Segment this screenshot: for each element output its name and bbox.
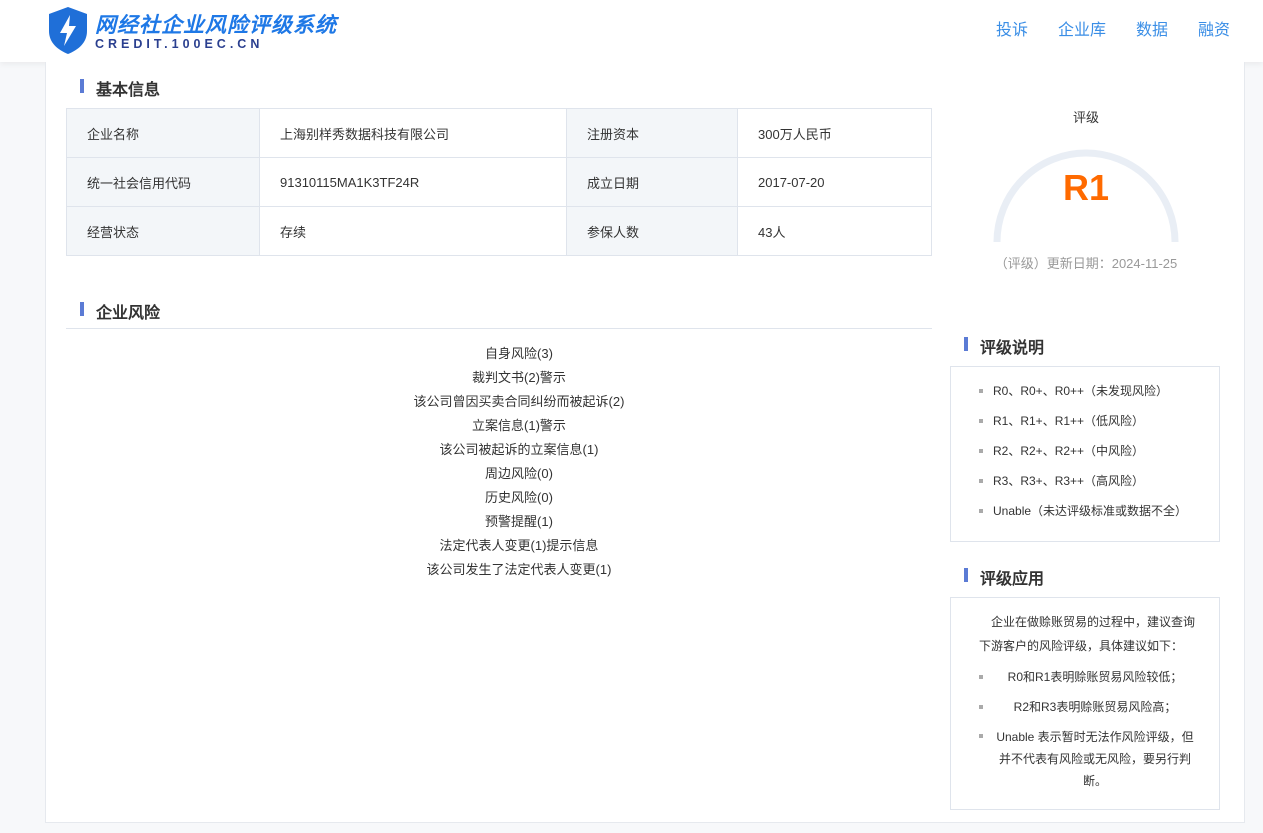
- risk-item[interactable]: 法定代表人变更(1)提示信息: [66, 534, 972, 558]
- value-cell: 存续: [259, 206, 567, 256]
- table-row: 企业名称 上海别样秀数据科技有限公司 注册资本 300万人民币: [66, 108, 932, 158]
- nav-financing[interactable]: 融资: [1198, 16, 1230, 40]
- risk-title: 企业风险: [80, 299, 160, 323]
- shield-lightning-icon: [49, 7, 87, 54]
- table-row: 统一社会信用代码 91310115MA1K3TF24R 成立日期 2017-07…: [66, 157, 932, 207]
- label-cell: 参保人数: [566, 206, 738, 256]
- risk-item[interactable]: 裁判文书(2)警示: [66, 366, 972, 390]
- rating-value: R1: [1062, 167, 1110, 208]
- apply-item: R2和R3表明赊账贸易风险高；: [951, 692, 1219, 722]
- explain-item: R0、R0+、R0++（未发现风险）: [951, 376, 1219, 406]
- risk-item[interactable]: 该公司发生了法定代表人变更(1): [66, 558, 972, 582]
- label-cell: 企业名称: [66, 108, 260, 158]
- logo-title: 网经社企业风险评级系统: [95, 14, 337, 37]
- rating-explain-title: 评级说明: [964, 334, 1044, 358]
- risk-item[interactable]: 该公司曾因买卖合同纠纷而被起诉(2): [66, 390, 972, 414]
- header: 网经社企业风险评级系统 CREDIT.100EC.CN 投诉 企业库 数据 融资: [0, 0, 1263, 62]
- logo-subtitle: CREDIT.100EC.CN: [95, 37, 264, 51]
- basic-info-table: 企业名称 上海别样秀数据科技有限公司 注册资本 300万人民币 统一社会信用代码…: [66, 108, 932, 256]
- main-panel: 基本信息 企业名称 上海别样秀数据科技有限公司 注册资本 300万人民币 统一社…: [45, 62, 1245, 823]
- rating-label: 评级: [991, 107, 1181, 126]
- rating-apply-title: 评级应用: [964, 565, 1044, 589]
- logo[interactable]: 网经社企业风险评级系统 CREDIT.100EC.CN: [47, 5, 337, 55]
- table-row: 经营状态 存续 参保人数 43人: [66, 206, 932, 256]
- apply-item: Unable 表示暂时无法作风险评级，但并不代表有风险或无风险，要另行判断。: [951, 722, 1219, 792]
- rating-label-text: 评级: [1068, 110, 1103, 125]
- rating-update-date: （评级）更新日期：2024-11-25: [994, 256, 1178, 271]
- top-nav: 投诉 企业库 数据 融资: [996, 16, 1230, 40]
- risk-item[interactable]: 该公司被起诉的立案信息(1): [66, 438, 972, 462]
- risk-list: 自身风险(3) 裁判文书(2)警示 该公司曾因买卖合同纠纷而被起诉(2) 立案信…: [66, 342, 972, 582]
- risk-item[interactable]: 自身风险(3): [66, 342, 972, 366]
- value-cell: 43人: [737, 206, 932, 256]
- label-cell: 成立日期: [566, 157, 738, 207]
- nav-data[interactable]: 数据: [1136, 16, 1168, 40]
- label-cell: 注册资本: [566, 108, 738, 158]
- rating-explain-box: R0、R0+、R0++（未发现风险） R1、R1+、R1++（低风险） R2、R…: [950, 366, 1220, 542]
- value-cell: 300万人民币: [737, 108, 932, 158]
- value-cell: 2017-07-20: [737, 157, 932, 207]
- risk-item[interactable]: 周边风险(0): [66, 462, 972, 486]
- risk-item[interactable]: 历史风险(0): [66, 486, 972, 510]
- label-cell: 经营状态: [66, 206, 260, 256]
- basic-info-title: 基本信息: [80, 76, 160, 100]
- value-cell: 上海别样秀数据科技有限公司: [259, 108, 567, 158]
- explain-item: R1、R1+、R1++（低风险）: [951, 406, 1219, 436]
- risk-item[interactable]: 立案信息(1)警示: [66, 414, 972, 438]
- nav-company-library[interactable]: 企业库: [1058, 16, 1106, 40]
- explain-item: R3、R3+、R3++（高风险）: [951, 466, 1219, 496]
- rating-gauge: 评级 R1: [991, 107, 1181, 247]
- nav-complaint[interactable]: 投诉: [996, 16, 1028, 40]
- rating-apply-box: 企业在做赊账贸易的过程中，建议查询下游客户的风险评级，具体建议如下： R0和R1…: [950, 597, 1220, 810]
- explain-item: R2、R2+、R2++（中风险）: [951, 436, 1219, 466]
- risk-item[interactable]: 预警提醒(1): [66, 510, 972, 534]
- divider: [66, 328, 932, 329]
- value-cell: 91310115MA1K3TF24R: [259, 157, 567, 207]
- apply-item: R0和R1表明赊账贸易风险较低；: [951, 662, 1219, 692]
- apply-intro: 企业在做赊账贸易的过程中，建议查询下游客户的风险评级，具体建议如下：: [979, 615, 1196, 653]
- label-cell: 统一社会信用代码: [66, 157, 260, 207]
- explain-item: Unable（未达评级标准或数据不全）: [951, 496, 1219, 526]
